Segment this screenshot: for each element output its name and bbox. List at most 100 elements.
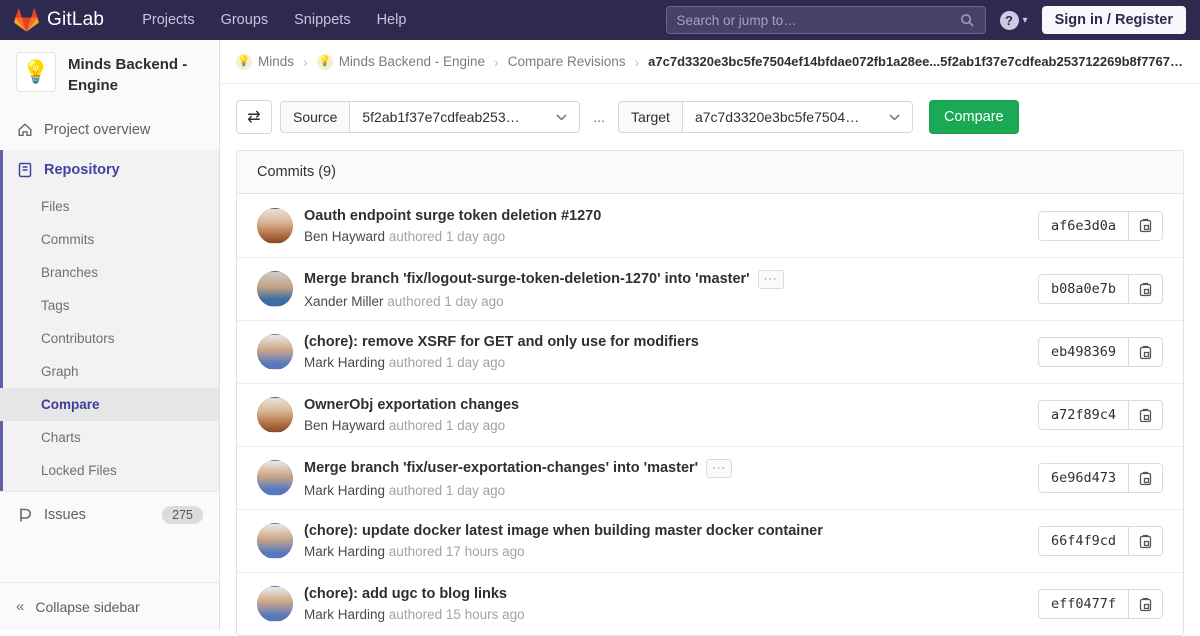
compare-button[interactable]: Compare bbox=[929, 100, 1019, 134]
source-branch-dropdown[interactable]: 5f2ab1f37e7cdfeab253… bbox=[350, 101, 580, 133]
commit-row: (chore): add ugc to blog links Mark Hard… bbox=[237, 572, 1183, 635]
commits-panel: Commits (9) Oauth endpoint surge token d… bbox=[236, 150, 1184, 636]
gitlab-logo[interactable]: GitLab bbox=[14, 8, 104, 32]
main-content: 💡 Minds › 💡 Minds Backend - Engine › Com… bbox=[220, 40, 1200, 630]
commit-author[interactable]: Ben Hayward bbox=[304, 229, 385, 244]
sidebar-item-files[interactable]: Files bbox=[0, 190, 219, 223]
copy-sha-button[interactable] bbox=[1129, 211, 1163, 241]
commit-sha[interactable]: af6e3d0a bbox=[1038, 211, 1129, 241]
sign-in-register-button[interactable]: Sign in / Register bbox=[1042, 6, 1186, 34]
commit-sha[interactable]: 66f4f9cd bbox=[1038, 526, 1129, 556]
global-search[interactable] bbox=[666, 6, 986, 34]
sidebar-item-project-overview[interactable]: Project overview bbox=[0, 110, 219, 150]
commit-title[interactable]: Merge branch 'fix/user-exportation-chang… bbox=[304, 460, 698, 476]
sidebar-item-locked-files[interactable]: Locked Files bbox=[0, 454, 219, 487]
sidebar-item-charts[interactable]: Charts bbox=[0, 421, 219, 454]
breadcrumb-compare-revisions[interactable]: Compare Revisions bbox=[508, 54, 626, 69]
sidebar-item-label: Repository bbox=[44, 162, 120, 178]
nav-link-help[interactable]: Help bbox=[377, 12, 407, 28]
chevron-down-icon: ▾ bbox=[1023, 15, 1028, 26]
sidebar-item-branches[interactable]: Branches bbox=[0, 256, 219, 289]
nav-link-snippets[interactable]: Snippets bbox=[294, 12, 350, 28]
copy-sha-button[interactable] bbox=[1129, 337, 1163, 367]
avatar[interactable] bbox=[257, 397, 293, 433]
target-branch-dropdown[interactable]: a7c7d3320e3bc5fe7504… bbox=[683, 101, 913, 133]
commit-title[interactable]: Oauth endpoint surge token deletion #127… bbox=[304, 208, 601, 224]
sidebar-item-label: Project overview bbox=[44, 122, 150, 138]
nav-link-groups[interactable]: Groups bbox=[221, 12, 269, 28]
sidebar-item-repository[interactable]: Repository bbox=[0, 150, 219, 190]
breadcrumb-label: Minds Backend - Engine bbox=[339, 54, 485, 69]
sidebar-item-compare[interactable]: Compare bbox=[0, 388, 219, 421]
commit-author[interactable]: Mark Harding bbox=[304, 355, 385, 370]
copy-sha-button[interactable] bbox=[1129, 274, 1163, 304]
avatar[interactable] bbox=[257, 586, 293, 622]
breadcrumb-current-range: a7c7d3320e3bc5fe7504ef14bfdae072fb1a28ee… bbox=[648, 54, 1184, 69]
commit-time: authored 1 day ago bbox=[389, 483, 505, 498]
expand-commit-message-button[interactable]: ··· bbox=[758, 270, 784, 289]
compare-form: ⇄ Source 5f2ab1f37e7cdfeab253… ... Targe… bbox=[220, 84, 1200, 134]
help-menu[interactable]: ? ▾ bbox=[1000, 11, 1028, 30]
avatar[interactable] bbox=[257, 523, 293, 559]
commit-title[interactable]: OwnerObj exportation changes bbox=[304, 397, 519, 413]
commit-author[interactable]: Mark Harding bbox=[304, 544, 385, 559]
avatar[interactable] bbox=[257, 271, 293, 307]
clipboard-icon bbox=[1139, 218, 1152, 233]
chevron-down-icon bbox=[889, 114, 900, 121]
commits-panel-header: Commits (9) bbox=[237, 151, 1183, 194]
commit-author[interactable]: Mark Harding bbox=[304, 483, 385, 498]
commit-author[interactable]: Xander Miller bbox=[304, 294, 384, 309]
breadcrumb-project[interactable]: 💡 Minds Backend - Engine bbox=[317, 54, 485, 70]
copy-sha-button[interactable] bbox=[1129, 463, 1163, 493]
swap-revisions-button[interactable]: ⇄ bbox=[236, 100, 272, 134]
commit-sha[interactable]: a72f89c4 bbox=[1038, 400, 1129, 430]
commit-time: authored 1 day ago bbox=[387, 294, 503, 309]
commit-time: authored 17 hours ago bbox=[389, 544, 525, 559]
commit-author[interactable]: Mark Harding bbox=[304, 607, 385, 622]
search-icon bbox=[960, 13, 975, 28]
brand-name: GitLab bbox=[47, 9, 104, 31]
commit-title[interactable]: Merge branch 'fix/logout-surge-token-del… bbox=[304, 271, 750, 287]
sidebar-item-contributors[interactable]: Contributors bbox=[0, 322, 219, 355]
commit-row: Merge branch 'fix/logout-surge-token-del… bbox=[237, 257, 1183, 320]
commit-sha[interactable]: 6e96d473 bbox=[1038, 463, 1129, 493]
commit-row: Merge branch 'fix/user-exportation-chang… bbox=[237, 446, 1183, 509]
home-icon bbox=[16, 122, 33, 138]
swap-icon: ⇄ bbox=[247, 107, 260, 127]
commit-sha[interactable]: eb498369 bbox=[1038, 337, 1129, 367]
commit-title[interactable]: (chore): update docker latest image when… bbox=[304, 523, 823, 539]
project-sidebar: 💡 Minds Backend - Engine Project overvie… bbox=[0, 40, 220, 630]
sidebar-item-graph[interactable]: Graph bbox=[0, 355, 219, 388]
source-label: Source bbox=[280, 101, 350, 133]
commit-sha[interactable]: b08a0e7b bbox=[1038, 274, 1129, 304]
commit-time: authored 1 day ago bbox=[389, 418, 505, 433]
copy-sha-button[interactable] bbox=[1129, 400, 1163, 430]
sidebar-item-tags[interactable]: Tags bbox=[0, 289, 219, 322]
commit-sha[interactable]: eff0477f bbox=[1038, 589, 1129, 619]
breadcrumb-separator-icon: › bbox=[494, 54, 499, 70]
avatar[interactable] bbox=[257, 208, 293, 244]
collapse-sidebar-button[interactable]: « Collapse sidebar bbox=[0, 582, 219, 630]
breadcrumb-minds[interactable]: 💡 Minds bbox=[236, 54, 294, 70]
commit-row: OwnerObj exportation changes Ben Hayward… bbox=[237, 383, 1183, 446]
avatar[interactable] bbox=[257, 460, 293, 496]
source-input-group: Source 5f2ab1f37e7cdfeab253… bbox=[280, 101, 580, 133]
sidebar-item-commits[interactable]: Commits bbox=[0, 223, 219, 256]
commit-row: Oauth endpoint surge token deletion #127… bbox=[237, 194, 1183, 257]
search-input[interactable] bbox=[677, 13, 960, 28]
collapse-label: Collapse sidebar bbox=[35, 599, 139, 615]
project-header[interactable]: 💡 Minds Backend - Engine bbox=[0, 40, 219, 110]
clipboard-icon bbox=[1139, 534, 1152, 549]
breadcrumb-label: Compare Revisions bbox=[508, 54, 626, 69]
repository-icon bbox=[16, 162, 33, 178]
nav-link-projects[interactable]: Projects bbox=[142, 12, 194, 28]
copy-sha-button[interactable] bbox=[1129, 589, 1163, 619]
avatar[interactable] bbox=[257, 334, 293, 370]
expand-commit-message-button[interactable]: ··· bbox=[706, 459, 732, 478]
commit-title[interactable]: (chore): remove XSRF for GET and only us… bbox=[304, 334, 699, 350]
commit-author[interactable]: Ben Hayward bbox=[304, 418, 385, 433]
commit-title[interactable]: (chore): add ugc to blog links bbox=[304, 586, 507, 602]
breadcrumb: 💡 Minds › 💡 Minds Backend - Engine › Com… bbox=[220, 40, 1200, 84]
copy-sha-button[interactable] bbox=[1129, 526, 1163, 556]
sidebar-item-issues[interactable]: Issues 275 bbox=[0, 492, 219, 538]
